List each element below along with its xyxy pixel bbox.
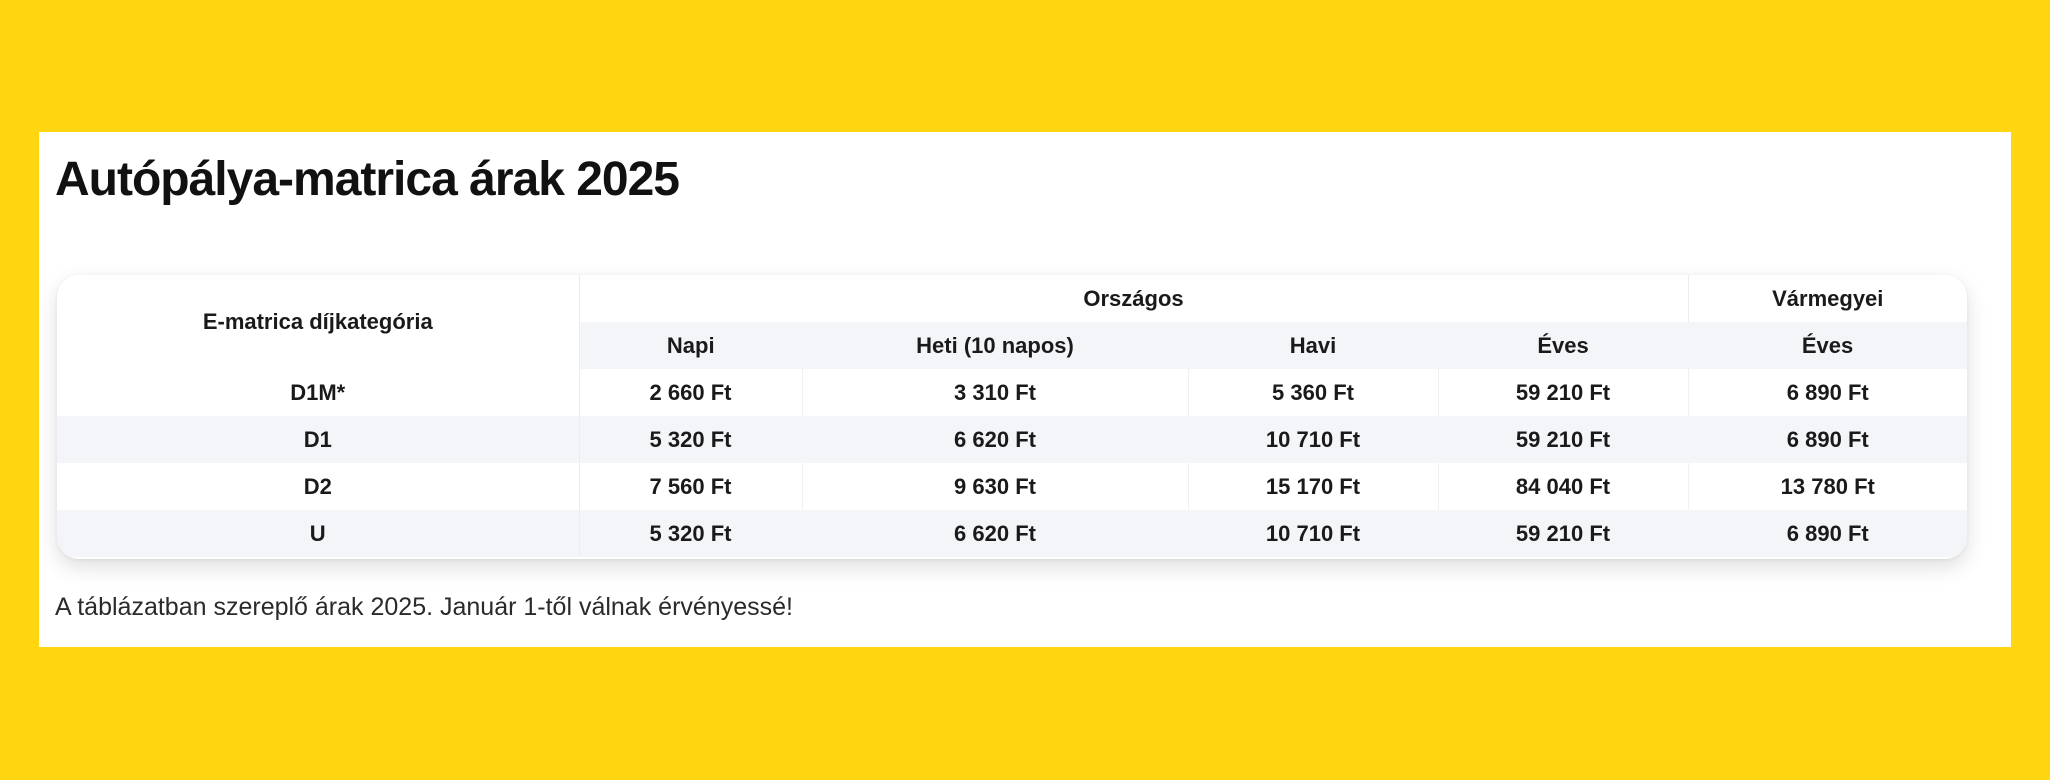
price-cell: 6 620 Ft (801, 416, 1188, 463)
price-cell: 15 170 Ft (1187, 463, 1438, 510)
price-cell: 5 320 Ft (578, 416, 802, 463)
price-cell: 3 310 Ft (801, 369, 1188, 416)
price-cell: 84 040 Ft (1437, 463, 1689, 510)
category-column-header: E-matrica díjkategória (57, 275, 580, 369)
table-row: D2 7 560 Ft 9 630 Ft 15 170 Ft 84 040 Ft… (57, 463, 1967, 510)
table-header-row: E-matrica díjkategória Országos Vármegye… (57, 275, 1967, 369)
price-cell: 5 360 Ft (1187, 369, 1438, 416)
price-cell: 6 890 Ft (1687, 369, 1967, 416)
validity-note: A táblázatban szereplő árak 2025. Január… (55, 593, 793, 621)
price-cell: 13 780 Ft (1687, 463, 1967, 510)
yearly-column-header: Éves (1438, 322, 1689, 369)
price-cell: 7 560 Ft (578, 463, 802, 510)
price-cell: 9 630 Ft (801, 463, 1188, 510)
daily-column-header: Napi (579, 322, 802, 369)
table-row: U 5 320 Ft 6 620 Ft 10 710 Ft 59 210 Ft … (57, 510, 1967, 557)
price-cell: 6 890 Ft (1687, 416, 1967, 463)
price-cell: 6 890 Ft (1687, 510, 1967, 557)
category-cell: U (57, 510, 580, 557)
price-cell: 10 710 Ft (1187, 416, 1438, 463)
category-cell: D2 (57, 463, 580, 510)
content-card: Autópálya-matrica árak 2025 E-matrica dí… (39, 132, 2011, 647)
regional-group-header: Vármegyei (1687, 275, 1967, 322)
price-cell: 59 210 Ft (1437, 369, 1689, 416)
monthly-column-header: Havi (1188, 322, 1438, 369)
category-cell: D1 (57, 416, 580, 463)
price-table-container: E-matrica díjkategória Országos Vármegye… (57, 275, 1967, 559)
price-cell: 6 620 Ft (801, 510, 1188, 557)
page-title: Autópálya-matrica árak 2025 (55, 153, 680, 206)
price-cell: 10 710 Ft (1187, 510, 1438, 557)
weekly-column-header: Heti (10 napos) (802, 322, 1188, 369)
regional-yearly-column-header: Éves (1688, 322, 1967, 369)
price-cell: 59 210 Ft (1437, 510, 1689, 557)
price-cell: 2 660 Ft (578, 369, 802, 416)
category-cell: D1M* (57, 369, 580, 416)
price-cell: 59 210 Ft (1437, 416, 1689, 463)
table-row: D1 5 320 Ft 6 620 Ft 10 710 Ft 59 210 Ft… (57, 416, 1967, 463)
national-group-header: Országos (1083, 285, 1184, 311)
price-cell: 5 320 Ft (578, 510, 802, 557)
table-row: D1M* 2 660 Ft 3 310 Ft 5 360 Ft 59 210 F… (57, 369, 1967, 416)
price-table: E-matrica díjkategória Országos Vármegye… (57, 275, 1967, 557)
